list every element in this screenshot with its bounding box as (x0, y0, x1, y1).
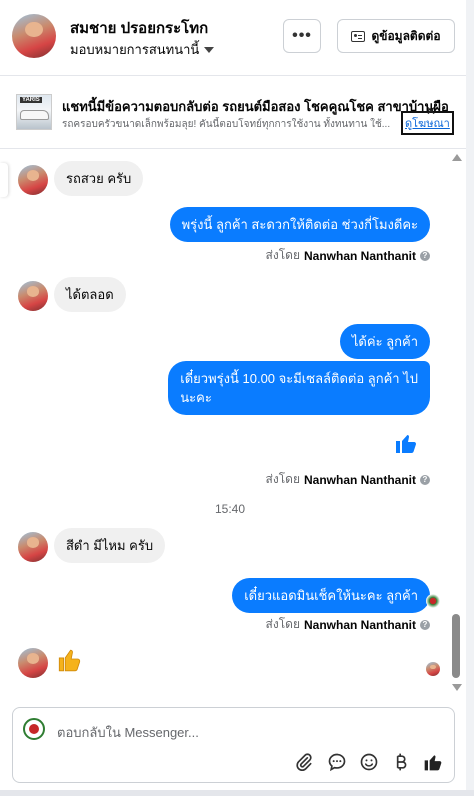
seen-indicator-avatar (426, 594, 440, 608)
outgoing-message[interactable]: พรุ่งนี้ ลูกค้า สะดวกให้ติดต่อ ช่วงกี่โม… (169, 207, 430, 242)
info-icon[interactable]: ? (420, 474, 430, 485)
ad-thumb-tag: YARIS (20, 97, 42, 103)
page-edge (466, 0, 474, 796)
window-bottom-edge (0, 790, 474, 796)
incoming-message[interactable]: สีดำ มีไหม ครับ (54, 528, 166, 563)
scroll-up-icon[interactable] (452, 154, 462, 161)
assign-label: มอบหมายการสนทนานี้ (70, 42, 200, 57)
agent-name: Nanwhan Nanthanit (303, 472, 416, 487)
chat-scrollbar[interactable] (448, 150, 464, 698)
side-panel-handle[interactable] (0, 163, 8, 197)
sender-avatar (18, 648, 48, 678)
scroll-down-icon[interactable] (452, 684, 462, 691)
sent-by-label: ส่งโดย Nanwhan Nanthanit ? (266, 470, 430, 489)
view-contact-button[interactable]: ดูข้อมูลติดต่อ (337, 19, 455, 53)
car-image (20, 110, 49, 120)
paperclip-icon[interactable] (294, 752, 314, 772)
reply-input[interactable]: ตอบกลับใน Messenger... (57, 722, 199, 743)
close-icon[interactable]: ✕ (426, 104, 436, 118)
sent-by-prefix: ส่งโดย (265, 248, 300, 262)
outgoing-message[interactable]: เดี๋ยวพรุ่งนี้ 10.00 จะมีเซลล์ติดต่อ ลูก… (168, 361, 430, 415)
incoming-message[interactable]: รถสวย ครับ (54, 161, 144, 196)
timestamp: 15:40 (214, 502, 246, 516)
thumbs-up-icon[interactable] (423, 752, 443, 772)
agent-name: Nanwhan Nanthanit (303, 248, 416, 263)
page-logo-icon (23, 718, 45, 740)
sent-by-label: ส่งโดย Nanwhan Nanthanit ? (266, 246, 430, 265)
sent-by-label: ส่งโดย Nanwhan Nanthanit ? (266, 615, 430, 634)
agent-name: Nanwhan Nanthanit (303, 617, 416, 632)
ad-title: แชทนี้มีข้อความตอบกลับต่อ รถยนต์มือสอง โ… (62, 99, 449, 114)
sender-avatar (18, 165, 48, 195)
baht-icon[interactable] (391, 752, 411, 772)
ad-thumbnail[interactable]: YARIS (16, 94, 52, 130)
outgoing-message[interactable]: เดี๋ยวแอดมินเช็คให้นะคะ ลูกค้า (232, 578, 430, 613)
info-icon[interactable]: ? (420, 619, 430, 630)
info-icon[interactable]: ? (420, 250, 430, 261)
message-line: เดี๋ยวพรุ่งนี้ 10.00 จะมีเซลล์ติดต่อ ลูก… (180, 371, 418, 386)
more-options-button[interactable]: ••• (283, 19, 321, 53)
seen-avatar (426, 662, 440, 676)
thumbs-up-emoji-icon[interactable] (56, 645, 82, 673)
outgoing-message[interactable]: ได้ค่ะ ลูกค้า (339, 324, 430, 359)
emoji-icon[interactable] (359, 752, 379, 772)
sent-by-prefix: ส่งโดย (265, 617, 300, 631)
sender-avatar (18, 532, 48, 562)
reply-composer[interactable]: ตอบกลับใน Messenger... (12, 707, 455, 783)
view-contact-label: ดูข้อมูลติดต่อ (371, 28, 441, 43)
chat-icon[interactable] (327, 752, 347, 772)
chevron-down-icon (204, 46, 215, 53)
contact-name[interactable]: สมชาย ปรอยกระโทก (70, 16, 208, 40)
scroll-thumb[interactable] (452, 614, 460, 678)
contact-card-icon (351, 30, 366, 42)
conversation-header: สมชาย ปรอยกระโทก มอบหมายการสนทนานี้ ••• … (0, 0, 466, 76)
message-line: นะคะ (180, 390, 212, 405)
assign-conversation-dropdown[interactable]: มอบหมายการสนทนานี้ (70, 39, 215, 60)
ad-description: รถครอบครัวขนาดเล็กพร้อมลุย! คันนี้ตอบโจท… (62, 119, 391, 130)
contact-avatar[interactable] (12, 14, 56, 58)
thumbs-up-icon (396, 435, 416, 453)
incoming-message[interactable]: ได้ตลอด (54, 277, 126, 312)
sender-avatar (18, 281, 48, 311)
sent-by-prefix: ส่งโดย (265, 472, 300, 486)
